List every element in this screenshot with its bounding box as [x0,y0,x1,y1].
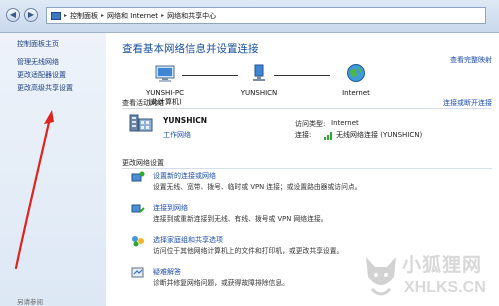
network-type-link[interactable]: 工作网络 [163,130,191,140]
change-settings-heading: 更改网络设置 [122,159,164,167]
watermark-url: XHLKS.CN [404,279,486,296]
sidebar-item-advanced-sharing[interactable]: 更改高级共享设置 [17,83,73,93]
internet-label: Internet [342,89,370,97]
access-type-value: Internet [331,119,359,127]
network-name: YUNSHICN [240,89,278,97]
fox-icon [366,257,396,296]
homegroup-icon [132,236,144,247]
divider [122,168,492,169]
see-also-heading: 另请参阅 [17,298,43,306]
active-networks-heading: 查看活动网络 [122,99,164,107]
control-panel-icon [51,11,61,20]
task-troubleshoot-link[interactable]: 疑难解答 [153,267,181,277]
map-node-network[interactable]: YUNSHICN [234,89,284,97]
task-setup-connection-desc: 设置无线、宽带、拨号、临时或 VPN 连接；或设置路由器或访问点。 [153,183,362,191]
breadcrumb-network-sharing-center[interactable]: 网络和共享中心 [167,11,216,21]
chevron-right-icon: ▸ [64,12,68,19]
connection-value-link[interactable]: 无线网络连接 (YUNSHICN) [336,130,422,140]
globe-icon [347,64,365,82]
watermark-title: 小狐狸网 [402,254,483,276]
divider [122,108,492,109]
address-toolbar: ◀ ▶ ▸ 控制面板 ▸ 网络和 Internet ▸ 网络和共享中心 [0,0,499,33]
new-connection-icon [131,171,145,182]
watermark-logo: 小狐狸网 XHLKS.CN [354,247,499,306]
chevron-right-icon: ▸ [161,12,165,19]
connect-disconnect-link[interactable]: 连接或断开连接 [443,98,492,108]
forward-button[interactable]: ▶ [24,8,38,22]
network-map: YUNSHI-PC (此计算机) YUNSHICN Internet [132,53,382,106]
task-homegroup-sharing-desc: 访问位于其他网络计算机上的文件和打印机，或更改共享设置。 [153,247,344,255]
connection-label: 连接: [295,131,312,139]
map-link-line [274,75,330,76]
pc-name: YUNSHI-PC [145,89,185,97]
network-icon [253,64,265,81]
breadcrumb-network-internet[interactable]: 网络和 Internet [107,11,158,21]
map-node-internet[interactable]: Internet [332,89,380,97]
task-connect-network-link[interactable]: 连接到网络 [153,203,188,213]
active-network-name: YUNSHICN [163,116,208,125]
task-setup-connection-link[interactable]: 设置新的连接或网络 [153,171,216,181]
sidebar-item-adapter-settings[interactable]: 更改适配器设置 [17,70,66,80]
connect-network-icon [131,204,145,213]
task-homegroup-sharing-link[interactable]: 选择家庭组和共享选项 [153,235,223,245]
access-type-label: 访问类型: [295,120,326,128]
sidebar-item-manage-wireless[interactable]: 管理无线网络 [17,57,59,67]
sidebar: 控制面板主页 管理无线网络 更改适配器设置 更改高级共享设置 另请参阅 [0,33,106,306]
wifi-signal-icon [324,132,334,140]
work-network-icon [129,114,153,132]
breadcrumb-control-panel[interactable]: 控制面板 [70,11,98,21]
troubleshoot-icon [131,267,144,278]
task-connect-network-desc: 连接到或重新连接到无线、有线、拨号或 VPN 网络连接。 [153,215,328,223]
task-troubleshoot-desc: 诊断并修复网络问题，或获得故障排除信息。 [153,279,289,287]
address-bar[interactable]: ▸ 控制面板 ▸ 网络和 Internet ▸ 网络和共享中心 [46,7,486,24]
full-map-link[interactable]: 查看完整映射 [450,55,492,65]
back-button[interactable]: ◀ [6,8,20,22]
computer-icon [155,65,175,82]
chevron-right-icon: ▸ [101,12,105,19]
map-link-line [182,75,238,76]
sidebar-item-control-panel-home[interactable]: 控制面板主页 [17,39,59,49]
